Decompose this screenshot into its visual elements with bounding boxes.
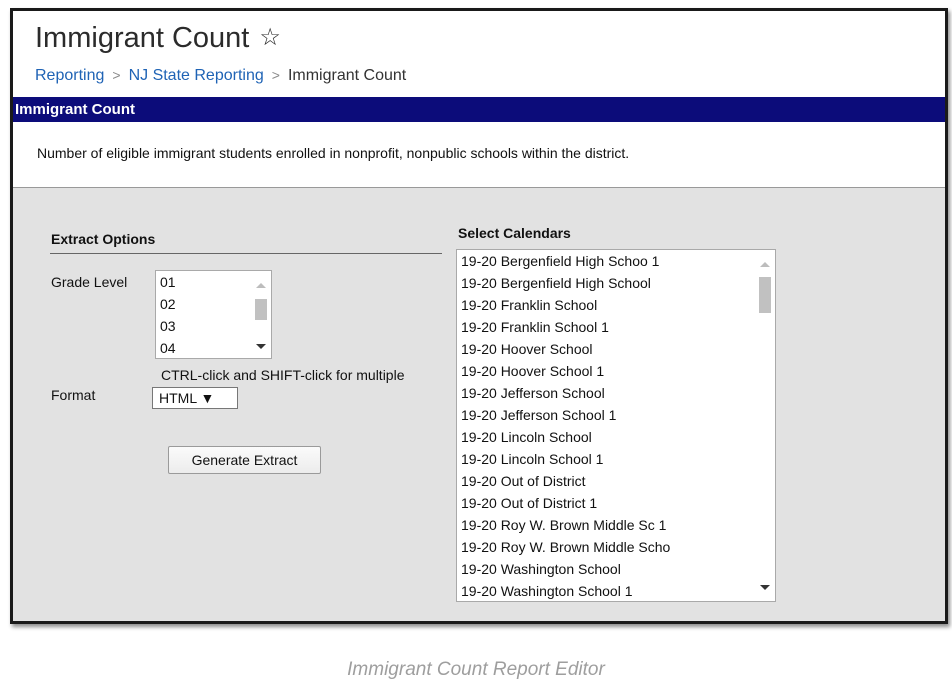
breadcrumb-nj-state-reporting[interactable]: NJ State Reporting — [129, 67, 264, 84]
calendar-option[interactable]: 19-20 Roy W. Brown Middle Sc 1 — [457, 514, 775, 536]
format-select[interactable]: HTML ▼ — [152, 387, 238, 409]
scroll-thumb[interactable] — [255, 299, 267, 320]
calendar-option[interactable]: 19-20 Jefferson School — [457, 382, 775, 404]
calendar-option[interactable]: 19-20 Bergenfield High Schoo 1 — [457, 250, 775, 272]
calendar-option[interactable]: 19-20 Bergenfield High School — [457, 272, 775, 294]
breadcrumb-reporting[interactable]: Reporting — [35, 67, 104, 84]
calendar-option[interactable]: 19-20 Out of District 1 — [457, 492, 775, 514]
page-title: Immigrant Count ☆ — [35, 22, 281, 55]
extract-options-heading: Extract Options — [51, 231, 156, 247]
report-description: Number of eligible immigrant students en… — [13, 122, 945, 188]
star-outline-icon[interactable]: ☆ — [259, 24, 281, 51]
breadcrumb: Reporting > NJ State Reporting > Immigrant C… — [35, 67, 406, 85]
calendar-option[interactable]: 19-20 Roy W. Brown Middle Scho — [457, 536, 775, 558]
grade-level-listbox[interactable]: 01 02 03 04 — [155, 270, 272, 359]
scroll-up-icon[interactable] — [256, 283, 266, 288]
scroll-up-icon[interactable] — [760, 262, 770, 267]
calendar-option[interactable]: 19-20 Jefferson School 1 — [457, 404, 775, 426]
calendar-options: 19-20 Bergenfield High Schoo 1 19-20 Berg… — [457, 250, 775, 601]
calendar-option[interactable]: 19-20 Lincoln School 1 — [457, 448, 775, 470]
calendar-option[interactable]: 19-20 Washington School 1 — [457, 580, 775, 601]
calendar-option[interactable]: 19-20 Hoover School 1 — [457, 360, 775, 382]
select-calendars-heading: Select Calendars — [458, 225, 571, 241]
scroll-thumb[interactable] — [759, 277, 771, 313]
chevron-right-icon: > — [271, 67, 280, 83]
section-header-bar: Immigrant Count — [13, 97, 945, 122]
grade-level-label: Grade Level — [51, 274, 128, 290]
calendar-option[interactable]: 19-20 Out of District — [457, 470, 775, 492]
format-label: Format — [51, 387, 96, 403]
calendar-option[interactable]: 19-20 Hoover School — [457, 338, 775, 360]
grade-scrollbar[interactable] — [251, 271, 271, 358]
generate-extract-button[interactable]: Generate Extract — [168, 446, 321, 474]
calendar-option[interactable]: 19-20 Franklin School — [457, 294, 775, 316]
scroll-down-icon[interactable] — [760, 585, 770, 590]
calendar-listbox[interactable]: 19-20 Bergenfield High Schoo 1 19-20 Berg… — [456, 249, 776, 602]
calendar-option[interactable]: 19-20 Washington School — [457, 558, 775, 580]
calendar-scrollbar[interactable] — [755, 250, 775, 601]
calendar-option[interactable]: 19-20 Lincoln School — [457, 426, 775, 448]
breadcrumb-current: Immigrant Count — [287, 67, 407, 84]
report-editor-frame: Immigrant Count ☆ Reporting > NJ State Repo… — [10, 8, 948, 624]
multi-select-hint: CTRL-click and SHIFT-click for multiple — [161, 367, 405, 383]
chevron-right-icon: > — [112, 67, 121, 83]
divider — [50, 253, 442, 254]
figure-caption: Immigrant Count Report Editor — [347, 659, 605, 680]
extract-panel: Extract Options Grade Level 01 02 03 04 … — [13, 188, 945, 621]
page-title-text: Immigrant Count — [35, 22, 250, 54]
scroll-down-icon[interactable] — [256, 344, 266, 349]
calendar-option[interactable]: 19-20 Franklin School 1 — [457, 316, 775, 338]
